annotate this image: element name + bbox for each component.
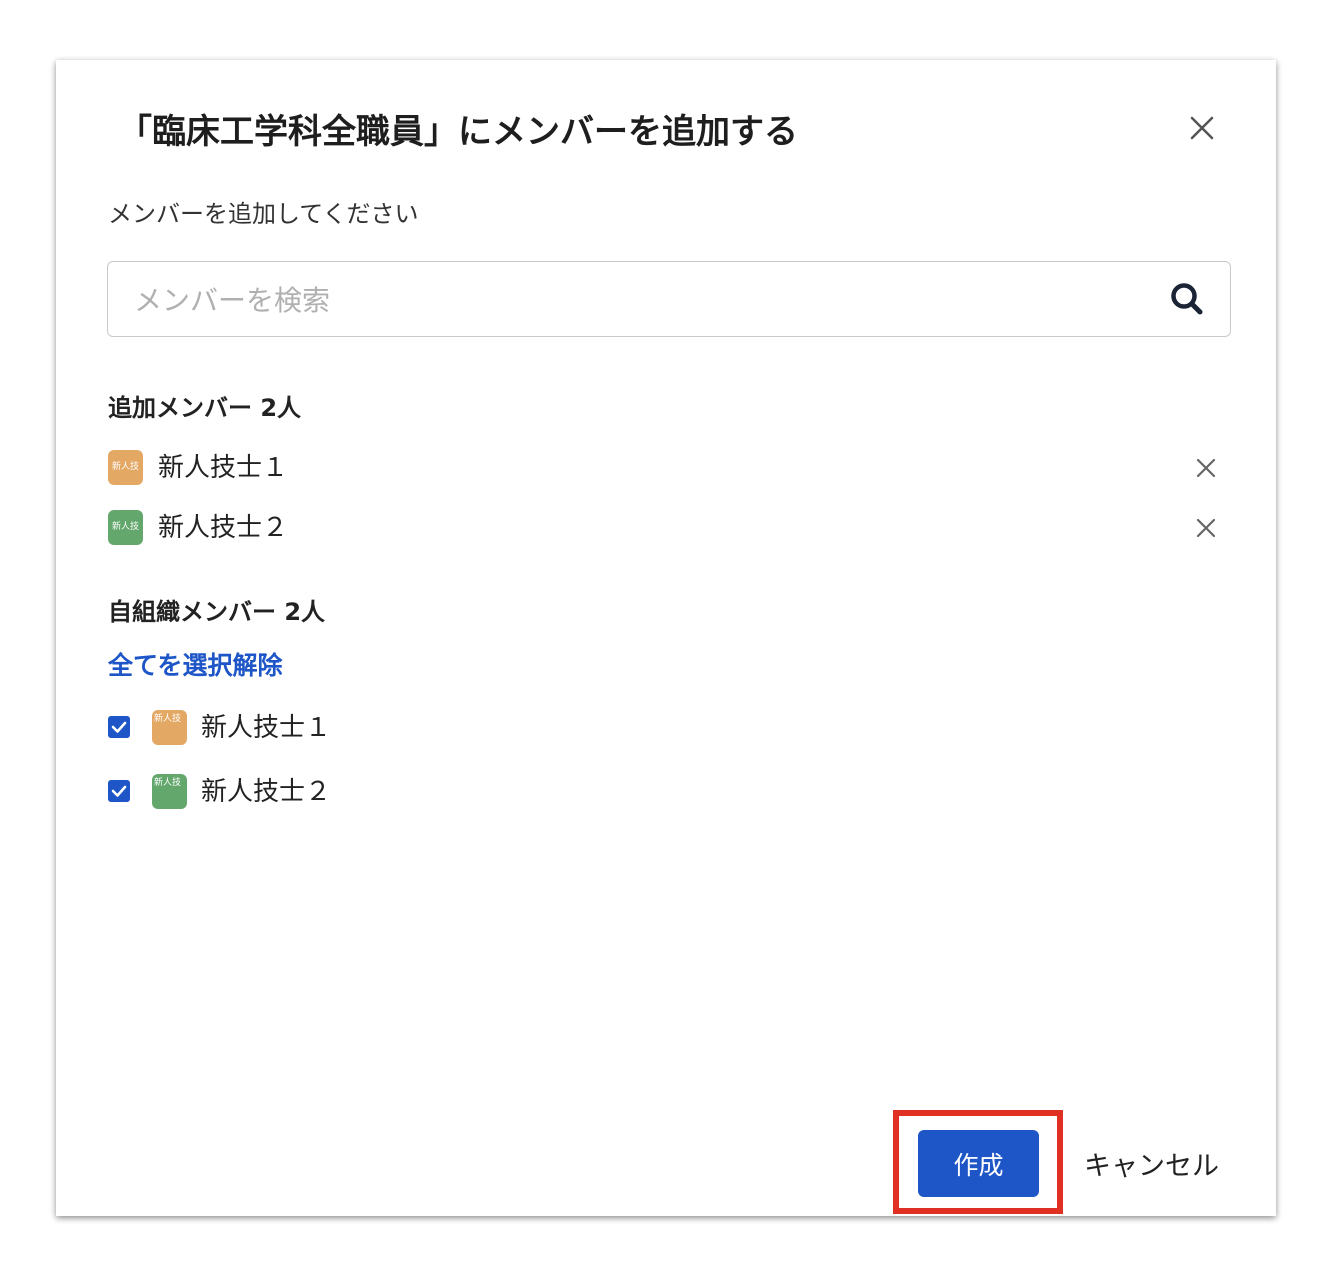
avatar: 新人技 xyxy=(152,710,187,745)
checkmark-icon xyxy=(111,721,127,733)
added-members-label: 追加メンバー 2人 xyxy=(108,394,302,422)
member-checkbox[interactable] xyxy=(108,780,130,802)
dialog-subtitle: メンバーを追加してください xyxy=(108,200,419,228)
org-member-row[interactable]: 新人技 新人技士１ xyxy=(108,708,1218,748)
search-box xyxy=(107,261,1231,338)
cancel-button[interactable]: キャンセル xyxy=(1084,1144,1219,1183)
member-name: 新人技士１ xyxy=(158,453,289,483)
deselect-all-link[interactable]: 全てを選択解除 xyxy=(108,646,283,682)
added-member-row: 新人技 新人技士２ xyxy=(108,508,1218,548)
member-name: 新人技士１ xyxy=(201,713,332,743)
org-member-row[interactable]: 新人技 新人技士２ xyxy=(108,772,1218,812)
close-button[interactable] xyxy=(1184,110,1220,146)
org-members-label: 自組織メンバー 2人 xyxy=(108,598,326,626)
avatar: 新人技 xyxy=(108,510,143,545)
search-input[interactable] xyxy=(132,262,1136,338)
create-button[interactable]: 作成 xyxy=(918,1130,1039,1197)
member-name: 新人技士２ xyxy=(201,777,332,807)
dialog-title: 「臨床工学科全職員」にメンバーを追加する xyxy=(118,112,798,152)
close-icon xyxy=(1190,116,1214,140)
member-checkbox[interactable] xyxy=(108,716,130,738)
remove-member-icon[interactable] xyxy=(1192,454,1220,482)
add-member-dialog: 「臨床工学科全職員」にメンバーを追加する メンバーを追加してください 追加メンバ… xyxy=(56,60,1276,1216)
remove-member-icon[interactable] xyxy=(1192,514,1220,542)
search-icon[interactable] xyxy=(1168,280,1206,318)
avatar: 新人技 xyxy=(108,450,143,485)
added-member-row: 新人技 新人技士１ xyxy=(108,448,1218,488)
checkmark-icon xyxy=(111,785,127,797)
avatar: 新人技 xyxy=(152,774,187,809)
member-name: 新人技士２ xyxy=(158,513,289,543)
